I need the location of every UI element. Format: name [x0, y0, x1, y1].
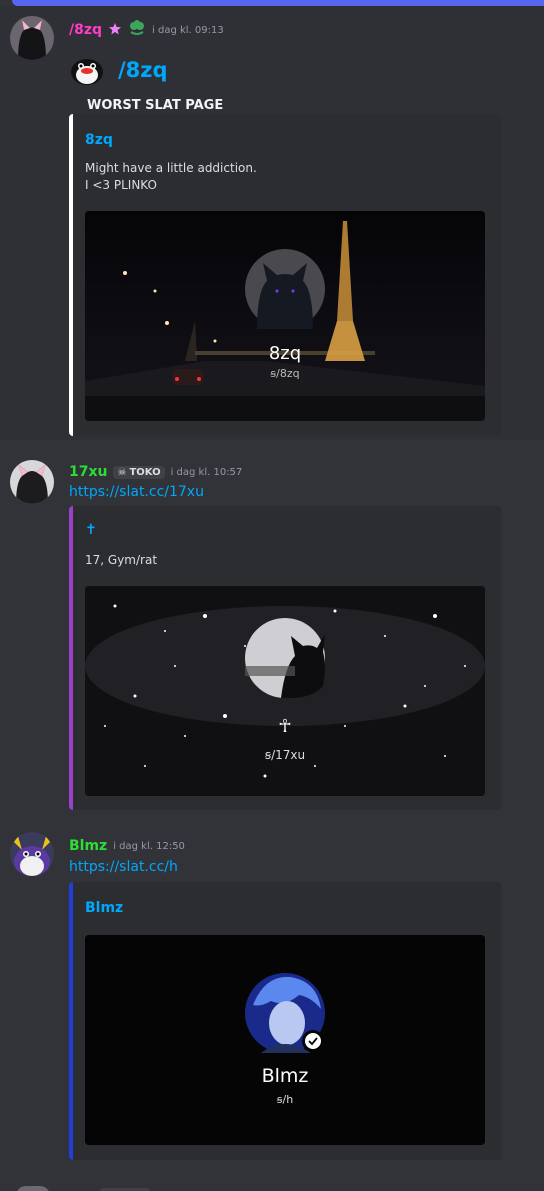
anime-avatar-image-icon: [85, 935, 485, 1145]
embed-description-line: Might have a little addiction.: [85, 161, 257, 175]
embed-image-name: ☥: [278, 716, 292, 737]
link-embed: 8zq Might have a little addiction. I <3 …: [69, 114, 501, 436]
green-clover-badge-icon: [128, 20, 146, 40]
username[interactable]: /8zq: [69, 22, 102, 38]
timestamp: i dag kl. 12:50: [113, 840, 185, 852]
next-message-peek: [0, 1180, 544, 1191]
embed-image[interactable]: 8zq ꞩ/8zq: [85, 211, 485, 421]
guild-tag-label: TOKO: [129, 466, 161, 478]
embed-title[interactable]: ✝: [85, 522, 97, 538]
embed-image-name: 8zq: [268, 343, 302, 364]
message-header: Blmz i dag kl. 12:50: [69, 838, 185, 854]
timestamp: i dag kl. 10:57: [170, 466, 243, 478]
message-header: /8zq i dag kl. 09:13: [69, 20, 224, 40]
embed-image-handle: ꞩ/h: [276, 1093, 294, 1106]
starfield-image-icon: [85, 586, 485, 796]
message-link[interactable]: https://slat.cc/17xu: [69, 484, 204, 500]
embed-description-line: I <3 PLINKO: [85, 178, 157, 192]
username[interactable]: Blmz: [69, 838, 107, 854]
cat-avatar-icon: [10, 16, 54, 60]
message-blmz: Blmz i dag kl. 12:50 https://slat.cc/h B…: [0, 832, 544, 1172]
timestamp: i dag kl. 09:13: [152, 24, 224, 36]
message-8zq: /8zq i dag kl. 09:13 /8zq WORST SLAT PAG…: [0, 6, 544, 440]
message-link[interactable]: https://slat.cc/h: [69, 859, 178, 875]
embed-title[interactable]: Blmz: [85, 900, 123, 916]
message-title: /8zq: [118, 58, 168, 82]
pink-star-badge-icon: [108, 21, 122, 40]
avatar[interactable]: [10, 460, 54, 504]
embed-image[interactable]: Blmz ꞩ/h: [85, 935, 485, 1145]
guild-tag[interactable]: ☠ TOKO: [113, 465, 165, 479]
embed-image[interactable]: ☥ ꞩ/17xu: [85, 586, 485, 796]
penguin-emoji-icon: [69, 54, 105, 86]
message-header: 17xu ☠ TOKO i dag kl. 10:57: [69, 464, 242, 480]
message-heading: WORST SLAT PAGE: [87, 98, 224, 113]
embed-description-line: 17, Gym/rat: [85, 553, 158, 567]
penguin-avatar-icon: [10, 832, 54, 876]
cat-avatar-icon: [10, 460, 54, 504]
embed-description: Might have a little addiction. I <3 PLIN…: [85, 160, 257, 194]
embed-image-name: Blmz: [261, 1065, 309, 1087]
night-paris-image-icon: [85, 211, 485, 421]
message-17xu: 17xu ☠ TOKO i dag kl. 10:57 https://slat…: [0, 458, 544, 818]
username[interactable]: 17xu: [69, 464, 107, 480]
embed-title[interactable]: 8zq: [85, 132, 113, 148]
avatar[interactable]: [10, 16, 54, 60]
link-embed: ✝ 17, Gym/rat ☥ ꞩ/17xu: [69, 506, 501, 810]
skull-icon: ☠: [117, 466, 127, 478]
embed-description: 17, Gym/rat: [85, 552, 157, 569]
avatar[interactable]: [10, 832, 54, 876]
embed-image-handle: ꞩ/8zq: [270, 367, 300, 380]
embed-image-handle: ꞩ/17xu: [264, 748, 306, 762]
link-embed: Blmz Blmz ꞩ/h: [69, 882, 501, 1160]
